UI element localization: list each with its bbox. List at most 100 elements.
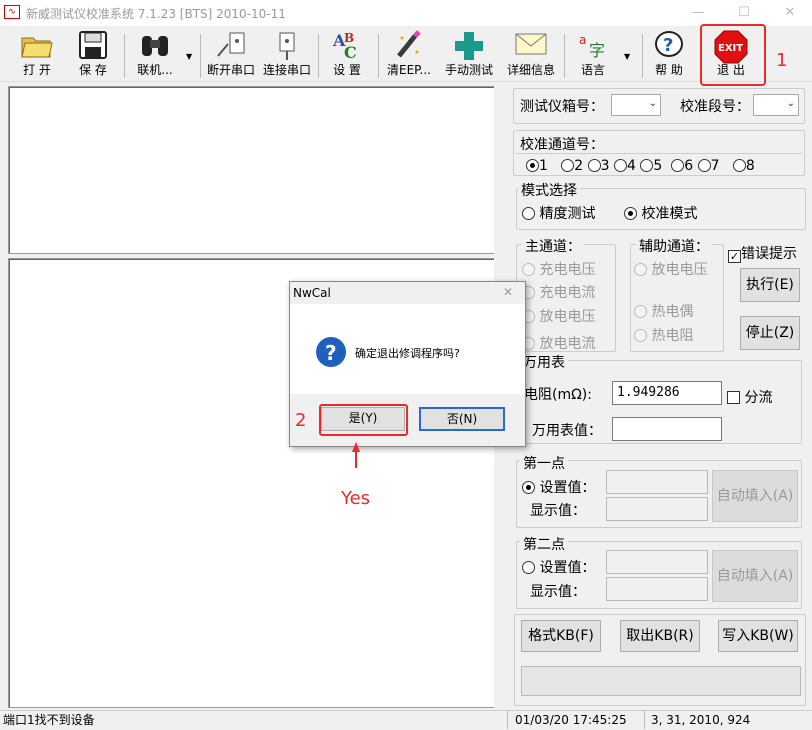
- point1-display-input[interactable]: [606, 497, 708, 521]
- open-button[interactable]: 打 开: [14, 30, 60, 82]
- maximize-button[interactable]: ☐: [734, 4, 754, 22]
- channel-radio-4[interactable]: 4: [614, 158, 636, 174]
- language-button[interactable]: a字 语言: [572, 30, 614, 82]
- plug-icon: [260, 30, 314, 62]
- aux-channel-title: 辅助通道：: [636, 236, 712, 256]
- point1-display-label: 显示值：: [530, 503, 586, 519]
- resistance-input[interactable]: 1.949286: [612, 381, 722, 405]
- main-channel-title: 主通道：: [522, 236, 584, 256]
- svg-text:字: 字: [589, 41, 605, 60]
- step-2-label: 2: [295, 410, 307, 431]
- envelope-icon: [504, 30, 558, 62]
- svg-text:?: ?: [663, 35, 673, 56]
- shunt-checkbox[interactable]: 分流: [727, 387, 772, 407]
- details-button[interactable]: 详细信息: [504, 30, 558, 82]
- point1-set-input[interactable]: [606, 470, 708, 494]
- waveform-icon: ∿: [4, 5, 20, 19]
- floppy-disk-icon: [70, 30, 116, 62]
- minimize-button[interactable]: —: [688, 4, 708, 22]
- folder-icon: [14, 30, 60, 62]
- channel-radio-5[interactable]: 5: [640, 158, 662, 174]
- point1-title: 第一点: [520, 453, 568, 473]
- point2-set-input[interactable]: [606, 550, 708, 574]
- execute-button[interactable]: 执行(E): [740, 268, 800, 302]
- yes-highlight-box: [319, 404, 408, 436]
- svg-text:a: a: [579, 33, 586, 47]
- channel-radio-3[interactable]: 3: [587, 158, 610, 174]
- aux-thermocouple-radio[interactable]: 热电偶: [634, 301, 693, 321]
- main-discharge-voltage-radio[interactable]: 放电电压: [522, 306, 595, 326]
- manual-test-button[interactable]: 手动测试: [442, 30, 496, 82]
- svg-text:?: ?: [325, 341, 337, 365]
- progress-bar: [521, 666, 801, 696]
- tester-box-label: 测试仪箱号：: [520, 99, 604, 115]
- multimeter-title: 万用表: [520, 352, 568, 372]
- status-datetime: 01/03/20 17:45:25: [515, 713, 627, 727]
- connect-port-button[interactable]: 连接串口: [260, 30, 314, 82]
- binoculars-icon: [132, 30, 178, 62]
- format-kb-button[interactable]: 格式KB(F): [521, 620, 601, 652]
- point2-display-label: 显示值：: [530, 584, 586, 600]
- help-button[interactable]: ? 帮 助: [648, 30, 690, 82]
- mode-calibration-radio[interactable]: 校准模式: [624, 203, 697, 223]
- dialog-no-button[interactable]: 否(N): [419, 407, 505, 431]
- tester-box-combo[interactable]: ⌄: [611, 94, 661, 116]
- status-info: 3, 31, 2010, 924: [651, 713, 751, 727]
- point1-set-radio[interactable]: 设置值：: [522, 477, 595, 497]
- help-icon: ?: [648, 30, 690, 62]
- channel-radio-1[interactable]: 1: [526, 158, 548, 174]
- connect-dropdown-icon[interactable]: ▼: [186, 52, 194, 61]
- upper-output-pane[interactable]: [8, 86, 496, 254]
- aux-discharge-voltage-radio[interactable]: 放电电压: [634, 259, 707, 279]
- mode-group-title: 模式选择: [518, 180, 580, 200]
- resistance-label: 电阻(mΩ):: [524, 387, 592, 403]
- svg-text:C: C: [344, 43, 357, 62]
- channel-radio-group: 1 2 3 4 5 6 7 8: [526, 158, 806, 174]
- error-prompt-checkbox[interactable]: ✓ 错误提示: [728, 243, 797, 263]
- dialog-close-button[interactable]: ✕: [503, 285, 513, 299]
- dialog-title: NwCal: [293, 286, 331, 300]
- write-kb-button[interactable]: 写入KB(W): [718, 620, 798, 652]
- language-icon: a字: [572, 30, 614, 62]
- abc-settings-icon: ABC: [324, 30, 370, 62]
- calib-channel-label: 校准通道号：: [520, 137, 604, 153]
- main-charge-current-radio[interactable]: 充电电流: [522, 282, 595, 302]
- channel-radio-6[interactable]: 6: [671, 158, 693, 174]
- disconnect-port-button[interactable]: 断开串口: [204, 30, 258, 82]
- dialog-message: 确定退出修调程序吗?: [355, 347, 460, 360]
- clear-eep-button[interactable]: 清EEP...: [384, 30, 434, 82]
- fetch-kb-button[interactable]: 取出KB(R): [620, 620, 700, 652]
- point2-set-radio[interactable]: 设置值：: [522, 557, 595, 577]
- multimeter-value-label: 万用表值：: [532, 423, 602, 439]
- language-dropdown-icon[interactable]: ▼: [624, 52, 632, 61]
- status-port: 端口1找不到设备: [3, 713, 95, 727]
- question-icon: ?: [315, 336, 347, 372]
- chevron-down-icon: ⌄: [786, 98, 795, 109]
- main-charge-voltage-radio[interactable]: 充电电压: [522, 259, 595, 279]
- point2-auto-fill-button[interactable]: 自动填入(A): [712, 550, 798, 602]
- multimeter-value-input[interactable]: [612, 417, 722, 441]
- medical-cross-icon: [442, 30, 496, 62]
- point2-display-input[interactable]: [606, 577, 708, 601]
- connect-button[interactable]: 联机...: [132, 30, 178, 82]
- exit-highlight-box: [700, 24, 766, 86]
- settings-button[interactable]: ABC 设 置: [324, 30, 370, 82]
- unplug-icon: [204, 30, 258, 62]
- calib-segment-combo[interactable]: ⌄: [753, 94, 799, 116]
- save-button[interactable]: 保 存: [70, 30, 116, 82]
- channel-radio-2[interactable]: 2: [561, 158, 583, 174]
- mode-precision-radio[interactable]: 精度测试: [522, 203, 595, 223]
- aux-thermistor-radio[interactable]: 热电阻: [634, 325, 693, 345]
- point2-title: 第二点: [520, 534, 568, 554]
- checkmark-icon: ✓: [728, 250, 741, 263]
- channel-radio-8[interactable]: 8: [732, 158, 755, 174]
- stop-button[interactable]: 停止(Z): [740, 316, 800, 350]
- step-1-label: 1: [776, 50, 788, 71]
- point1-auto-fill-button[interactable]: 自动填入(A): [712, 470, 798, 522]
- calib-segment-label: 校准段号：: [680, 99, 750, 115]
- channel-radio-7[interactable]: 7: [697, 158, 720, 174]
- eraser-icon: [384, 30, 434, 62]
- main-discharge-current-radio[interactable]: 放电电流: [522, 333, 595, 353]
- annotation-arrow-icon: [352, 442, 360, 468]
- close-window-button[interactable]: ✕: [780, 4, 800, 22]
